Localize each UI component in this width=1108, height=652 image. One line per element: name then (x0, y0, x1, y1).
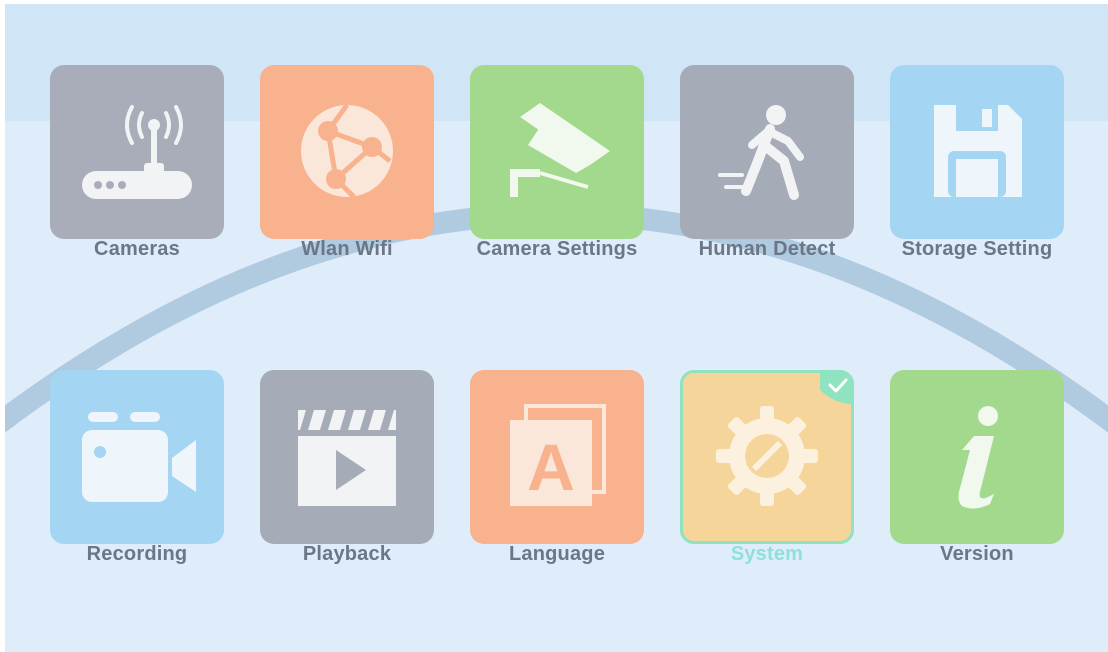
menu-label-camera-settings: Camera Settings (476, 238, 638, 260)
router-antenna-icon (82, 105, 192, 199)
menu-label-cameras: Cameras (94, 238, 180, 260)
menu-tile-language[interactable]: A (470, 370, 644, 544)
menu-tile-recording[interactable] (50, 370, 224, 544)
security-camera-icon (510, 103, 610, 197)
menu-tile-system[interactable] (680, 370, 854, 544)
menu-tile-human-detect[interactable] (680, 65, 854, 239)
running-person-icon (718, 105, 804, 200)
menu-label-storage-setting: Storage Setting (901, 238, 1053, 260)
menu-label-wlan-wifi: Wlan Wifi (301, 238, 393, 260)
menu-tile-version[interactable] (890, 370, 1064, 544)
menu-label-language: Language (508, 543, 606, 565)
video-camera-icon (82, 412, 196, 502)
menu-label-version: Version (940, 543, 1014, 565)
menu-label-recording: Recording (86, 543, 188, 565)
menu-tile-playback[interactable] (260, 370, 434, 544)
language-letter-icon: A (510, 404, 606, 506)
network-globe-icon (301, 103, 393, 199)
main-menu-screen: Cameras Wlan Wifi Camera Settings Human … (5, 4, 1108, 652)
svg-text:A: A (527, 430, 575, 504)
menu-tile-camera-settings[interactable] (470, 65, 644, 239)
menu-tile-storage-setting[interactable] (890, 65, 1064, 239)
menu-label-playback: Playback (302, 543, 392, 565)
floppy-disk-icon (934, 105, 1022, 197)
clapperboard-play-icon (298, 410, 396, 506)
menu-label-system: System (730, 543, 804, 565)
info-icon (958, 406, 998, 509)
menu-tile-cameras[interactable] (50, 65, 224, 239)
selected-check-icon (820, 370, 854, 404)
menu-label-human-detect: Human Detect (698, 238, 836, 260)
menu-tile-wlan-wifi[interactable] (260, 65, 434, 239)
